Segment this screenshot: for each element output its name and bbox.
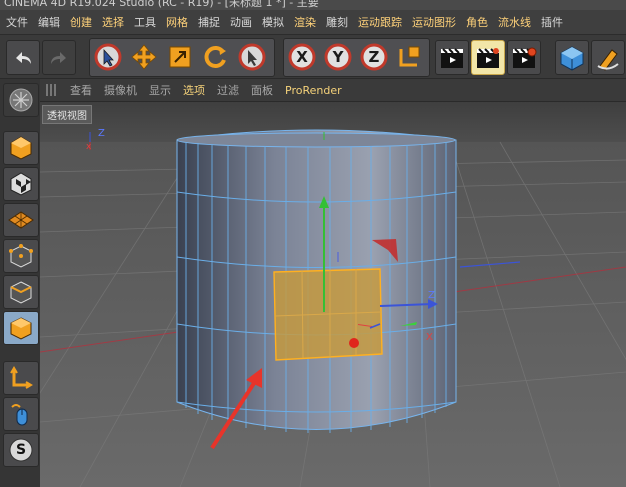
world-axis-z-label: Z: [428, 290, 435, 301]
view-menu-view[interactable]: 查看: [64, 82, 98, 98]
view-menu-filter[interactable]: 过滤: [211, 82, 245, 98]
menu-file[interactable]: 文件: [0, 14, 32, 30]
redo-icon[interactable]: [42, 40, 76, 75]
scale-icon[interactable]: [164, 40, 196, 73]
menu-snap[interactable]: 捕捉: [192, 14, 224, 30]
menu-pipeline[interactable]: 流水线: [492, 14, 535, 30]
menu-create[interactable]: 创建: [64, 14, 96, 30]
grip-icon: [46, 84, 58, 96]
tweak-mode-icon[interactable]: [3, 397, 39, 431]
mini-axis-z-label: Z: [98, 128, 105, 139]
view-menu-prorender[interactable]: ProRender: [279, 84, 348, 97]
snap-icon[interactable]: S: [3, 433, 39, 467]
live-selection-icon[interactable]: [92, 40, 124, 73]
menu-select[interactable]: 选择: [96, 14, 128, 30]
points-mode-icon[interactable]: [3, 239, 39, 273]
edges-mode-icon[interactable]: [3, 275, 39, 309]
render-picture-viewer-icon[interactable]: [471, 40, 505, 75]
texture-mode-icon[interactable]: [3, 167, 39, 201]
cube-primitive-icon[interactable]: [555, 40, 589, 75]
workplane-icon[interactable]: [3, 203, 39, 237]
polygons-mode-icon[interactable]: [3, 311, 39, 345]
menu-plugins[interactable]: 插件: [535, 14, 567, 30]
viewport-menu-bar: 查看 摄像机 显示 选项 过滤 面板 ProRender: [40, 79, 626, 102]
menu-render[interactable]: 渲染: [288, 14, 320, 30]
lock-y-icon[interactable]: Y: [322, 40, 354, 73]
rotate-icon[interactable]: [200, 40, 232, 73]
coordinate-system-icon[interactable]: [393, 40, 425, 73]
lock-x-icon[interactable]: X: [286, 40, 318, 73]
viewport-label: 透视视图: [42, 105, 92, 124]
render-settings-icon[interactable]: [507, 40, 541, 75]
view-menu-display[interactable]: 显示: [143, 82, 177, 98]
render-view-icon[interactable]: [435, 40, 469, 75]
lock-z-icon[interactable]: Z: [358, 40, 390, 73]
viewport-canvas[interactable]: [40, 102, 626, 487]
world-axis-x-label: X: [426, 332, 433, 343]
menu-tools[interactable]: 工具: [128, 14, 160, 30]
undo-icon[interactable]: [6, 40, 40, 75]
model-mode-icon[interactable]: [3, 131, 39, 165]
view-menu-panel[interactable]: 面板: [245, 82, 279, 98]
mini-axis-x-label: x: [86, 142, 92, 152]
menu-simulate[interactable]: 模拟: [256, 14, 288, 30]
menu-mograph[interactable]: 运动图形: [406, 14, 460, 30]
view-menu-options[interactable]: 选项: [177, 82, 211, 98]
perspective-viewport[interactable]: 透视视图 Z x Z X: [40, 102, 626, 487]
mode-palette: S: [0, 79, 41, 487]
recent-tool-icon[interactable]: [236, 40, 268, 73]
lock-y-label: Y: [332, 47, 344, 66]
menu-edit[interactable]: 编辑: [32, 14, 64, 30]
make-editable-icon[interactable]: [3, 83, 39, 117]
view-menu-cameras[interactable]: 摄像机: [98, 82, 143, 98]
menu-character[interactable]: 角色: [460, 14, 492, 30]
menu-bar: 文件 编辑 创建 选择 工具 网格 捕捉 动画 模拟 渲染 雕刻 运动跟踪 运动…: [0, 10, 626, 35]
move-icon[interactable]: [128, 40, 160, 73]
snap-label: S: [15, 442, 27, 458]
menu-motion-tracker[interactable]: 运动跟踪: [352, 14, 406, 30]
pen-spline-icon[interactable]: [591, 40, 625, 75]
window-title: CINEMA 4D R19.024 Studio (RC - R19) - [未…: [4, 0, 319, 9]
title-bar: CINEMA 4D R19.024 Studio (RC - R19) - [未…: [0, 0, 626, 10]
x-axis-handle[interactable]: [349, 338, 359, 348]
menu-animate[interactable]: 动画: [224, 14, 256, 30]
menu-mesh[interactable]: 网格: [160, 14, 192, 30]
enable-axis-icon[interactable]: [3, 361, 39, 395]
main-toolbar: X Y Z: [0, 35, 626, 79]
lock-x-label: X: [296, 47, 308, 66]
lock-z-label: Z: [368, 47, 380, 66]
menu-sculpt[interactable]: 雕刻: [320, 14, 352, 30]
